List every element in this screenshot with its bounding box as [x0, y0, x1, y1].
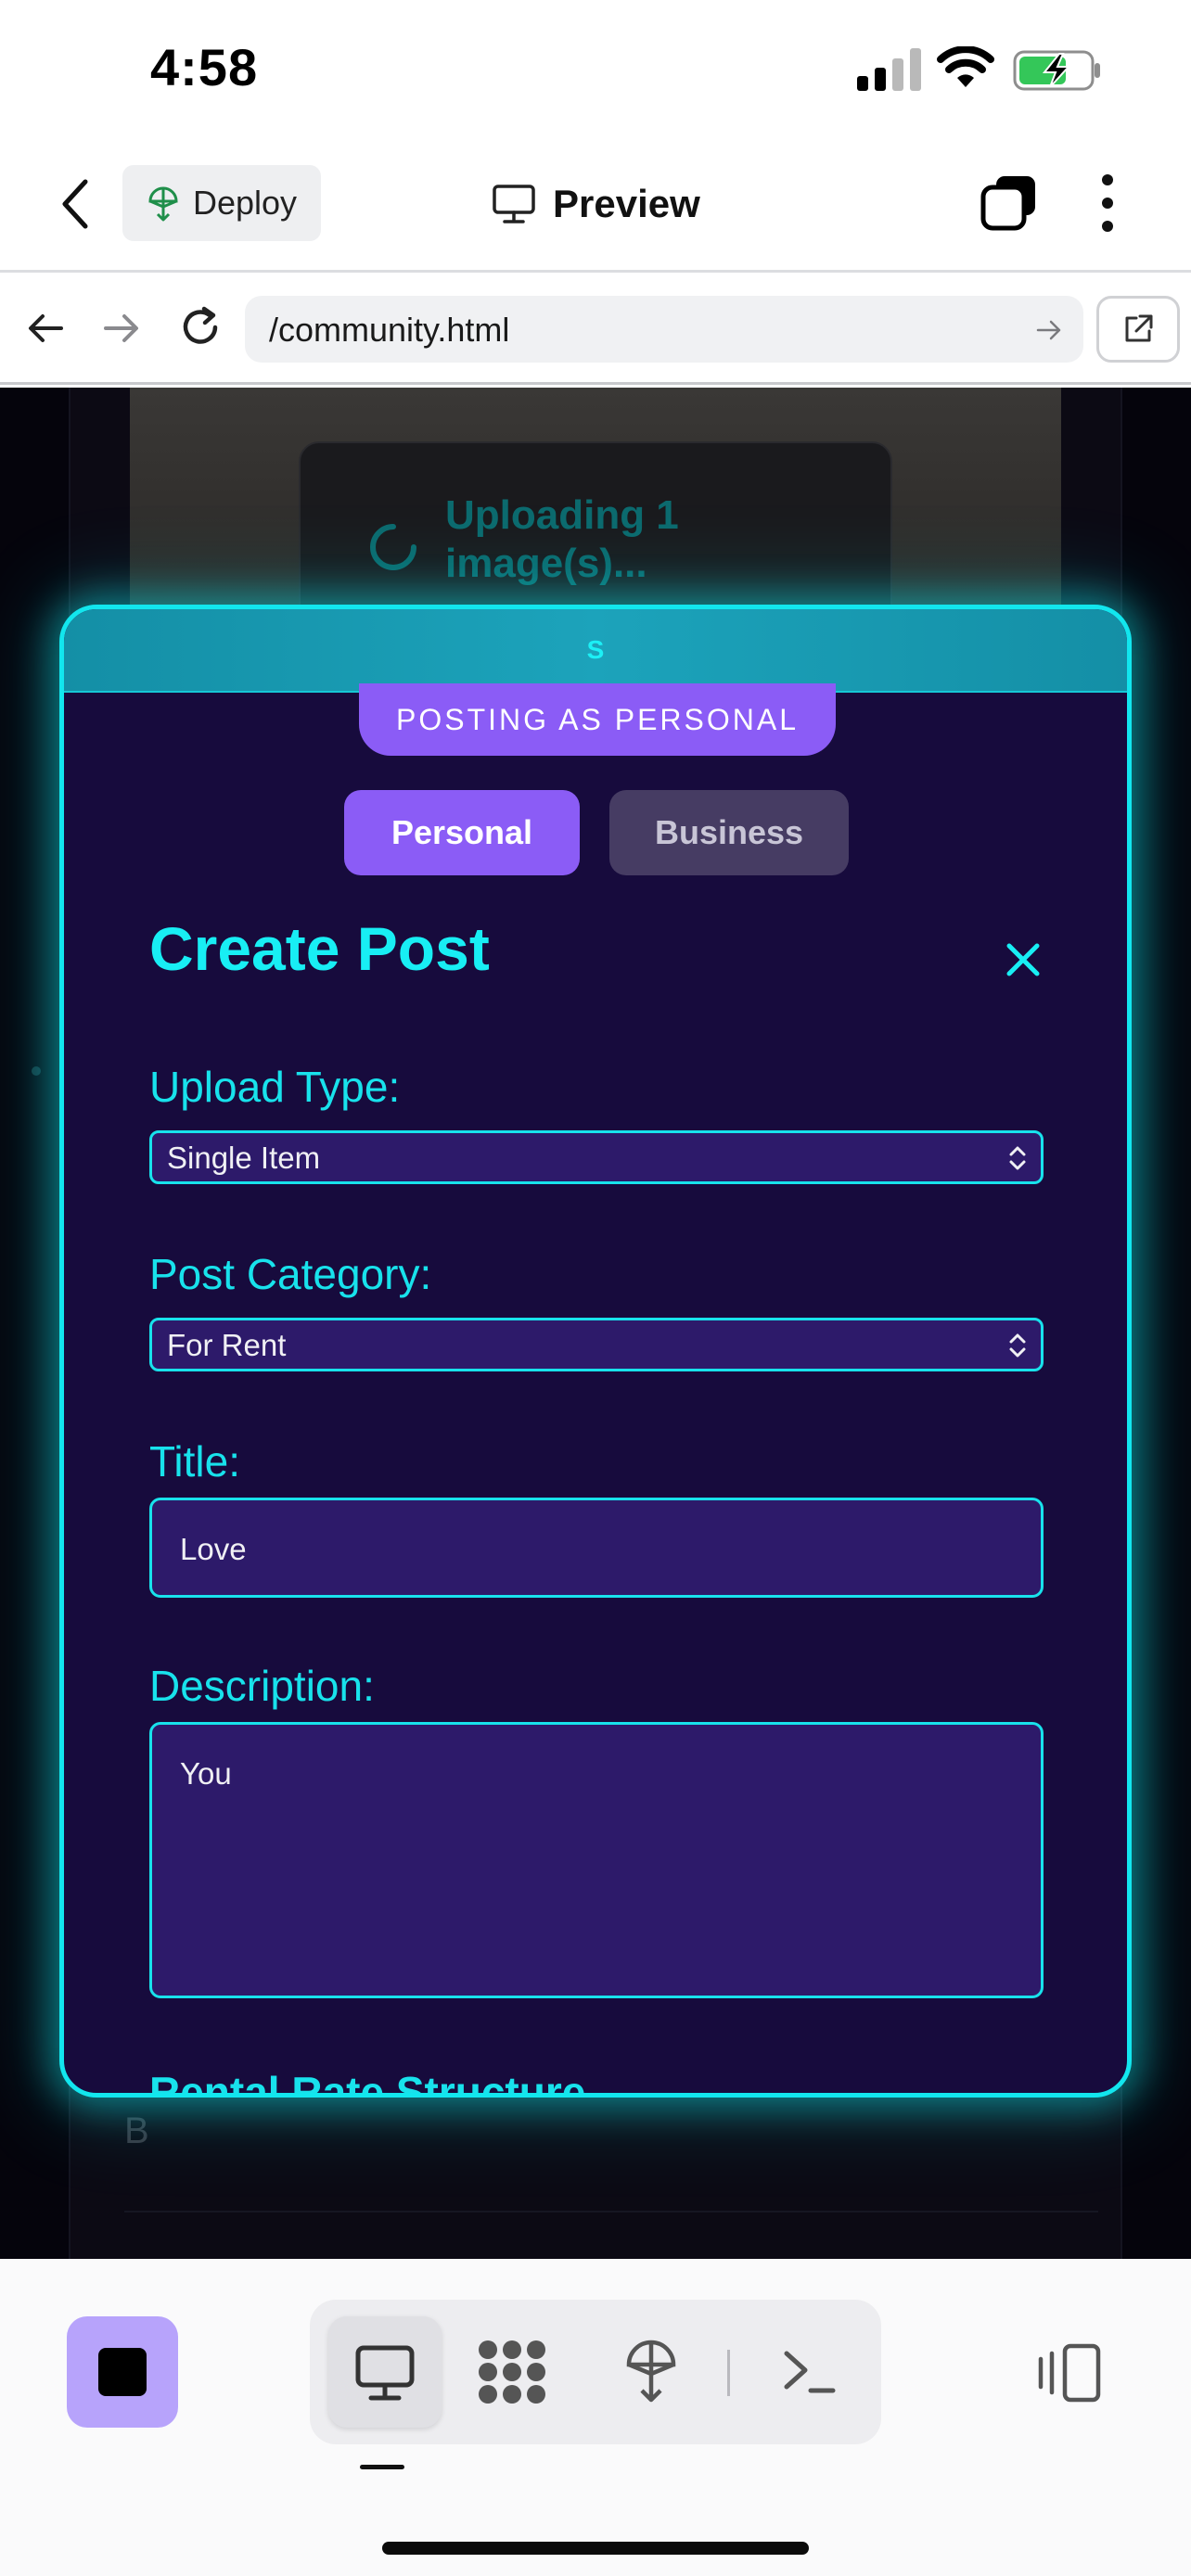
close-icon[interactable]	[1005, 941, 1042, 978]
deploy-icon	[148, 186, 178, 222]
desktop-tool-button[interactable]	[328, 2316, 442, 2428]
apps-icon[interactable]	[477, 2339, 547, 2405]
upload-status-text: Uploading 1 image(s)...	[445, 492, 679, 586]
home-indicator	[382, 2542, 809, 2555]
tool-group	[310, 2300, 881, 2444]
post-category-select[interactable]: For Rent	[149, 1318, 1044, 1371]
divider	[124, 2211, 1098, 2213]
stop-button[interactable]	[67, 2316, 178, 2428]
background-text: B	[124, 2111, 149, 2151]
tabs-icon[interactable]	[980, 172, 1039, 232]
url-field[interactable]: /community.html	[245, 296, 1083, 363]
cellular-signal-icon	[857, 48, 921, 91]
upload-type-label: Upload Type:	[149, 1063, 401, 1111]
status-bar: 4:58	[0, 0, 1191, 139]
modal-title: Create Post	[149, 914, 490, 983]
browser-bar: /community.html	[0, 275, 1191, 385]
nav-forward-icon[interactable]	[100, 307, 143, 350]
back-chevron-icon[interactable]	[56, 176, 96, 232]
title-input[interactable]: Love	[149, 1498, 1044, 1598]
bottom-toolbar	[0, 2259, 1191, 2576]
post-category-value: For Rent	[167, 1328, 287, 1362]
title-value: Love	[180, 1532, 247, 1566]
select-arrows-icon	[1009, 1146, 1026, 1170]
open-external-button[interactable]	[1096, 296, 1180, 363]
decorative-dot	[32, 1066, 41, 1076]
wifi-icon	[937, 46, 994, 87]
stop-icon	[98, 2348, 147, 2396]
modal-header-strip: S	[64, 609, 1127, 693]
account-type-toggle: Personal Business	[344, 790, 849, 875]
deploy-label: Deploy	[192, 184, 298, 222]
rental-rate-heading: Rental Rate Structure	[149, 2068, 586, 2098]
preview-title: Preview	[492, 176, 700, 232]
monitor-icon	[493, 185, 535, 223]
modal-header-text: S	[586, 635, 605, 664]
description-value: You	[180, 1756, 232, 1791]
post-category-label: Post Category:	[149, 1250, 432, 1298]
deploy-tool-icon[interactable]	[623, 2337, 679, 2404]
title-label: Title:	[149, 1437, 240, 1486]
select-arrows-icon	[1009, 1333, 1026, 1358]
deploy-button[interactable]: Deploy	[122, 165, 321, 241]
posting-as-badge: POSTING AS PERSONAL	[359, 683, 836, 756]
more-options-icon[interactable]	[1098, 172, 1117, 234]
url-text: /community.html	[269, 311, 510, 349]
status-time: 4:58	[150, 38, 259, 96]
desktop-icon	[355, 2345, 415, 2401]
separator	[727, 2350, 730, 2396]
business-button[interactable]: Business	[609, 790, 849, 875]
preview-label: Preview	[553, 182, 700, 225]
spinner-icon	[370, 524, 416, 570]
personal-button[interactable]: Personal	[344, 790, 580, 875]
go-arrow-icon[interactable]	[1035, 316, 1063, 344]
description-textarea[interactable]: You	[149, 1722, 1044, 1998]
battery-charging-icon	[1013, 50, 1100, 91]
description-label: Description:	[149, 1662, 375, 1710]
active-tab-indicator	[360, 2465, 404, 2469]
create-post-modal: S POSTING AS PERSONAL Personal Business …	[59, 605, 1132, 2098]
nav-back-icon[interactable]	[24, 307, 67, 350]
upload-type-value: Single Item	[167, 1141, 321, 1175]
device-toggle-icon[interactable]	[1035, 2342, 1102, 2404]
upload-type-select[interactable]: Single Item	[149, 1130, 1044, 1184]
reload-icon[interactable]	[176, 303, 224, 351]
app-toolbar: Deploy Preview	[0, 139, 1191, 273]
open-external-icon	[1125, 314, 1153, 342]
terminal-icon[interactable]	[781, 2344, 837, 2400]
